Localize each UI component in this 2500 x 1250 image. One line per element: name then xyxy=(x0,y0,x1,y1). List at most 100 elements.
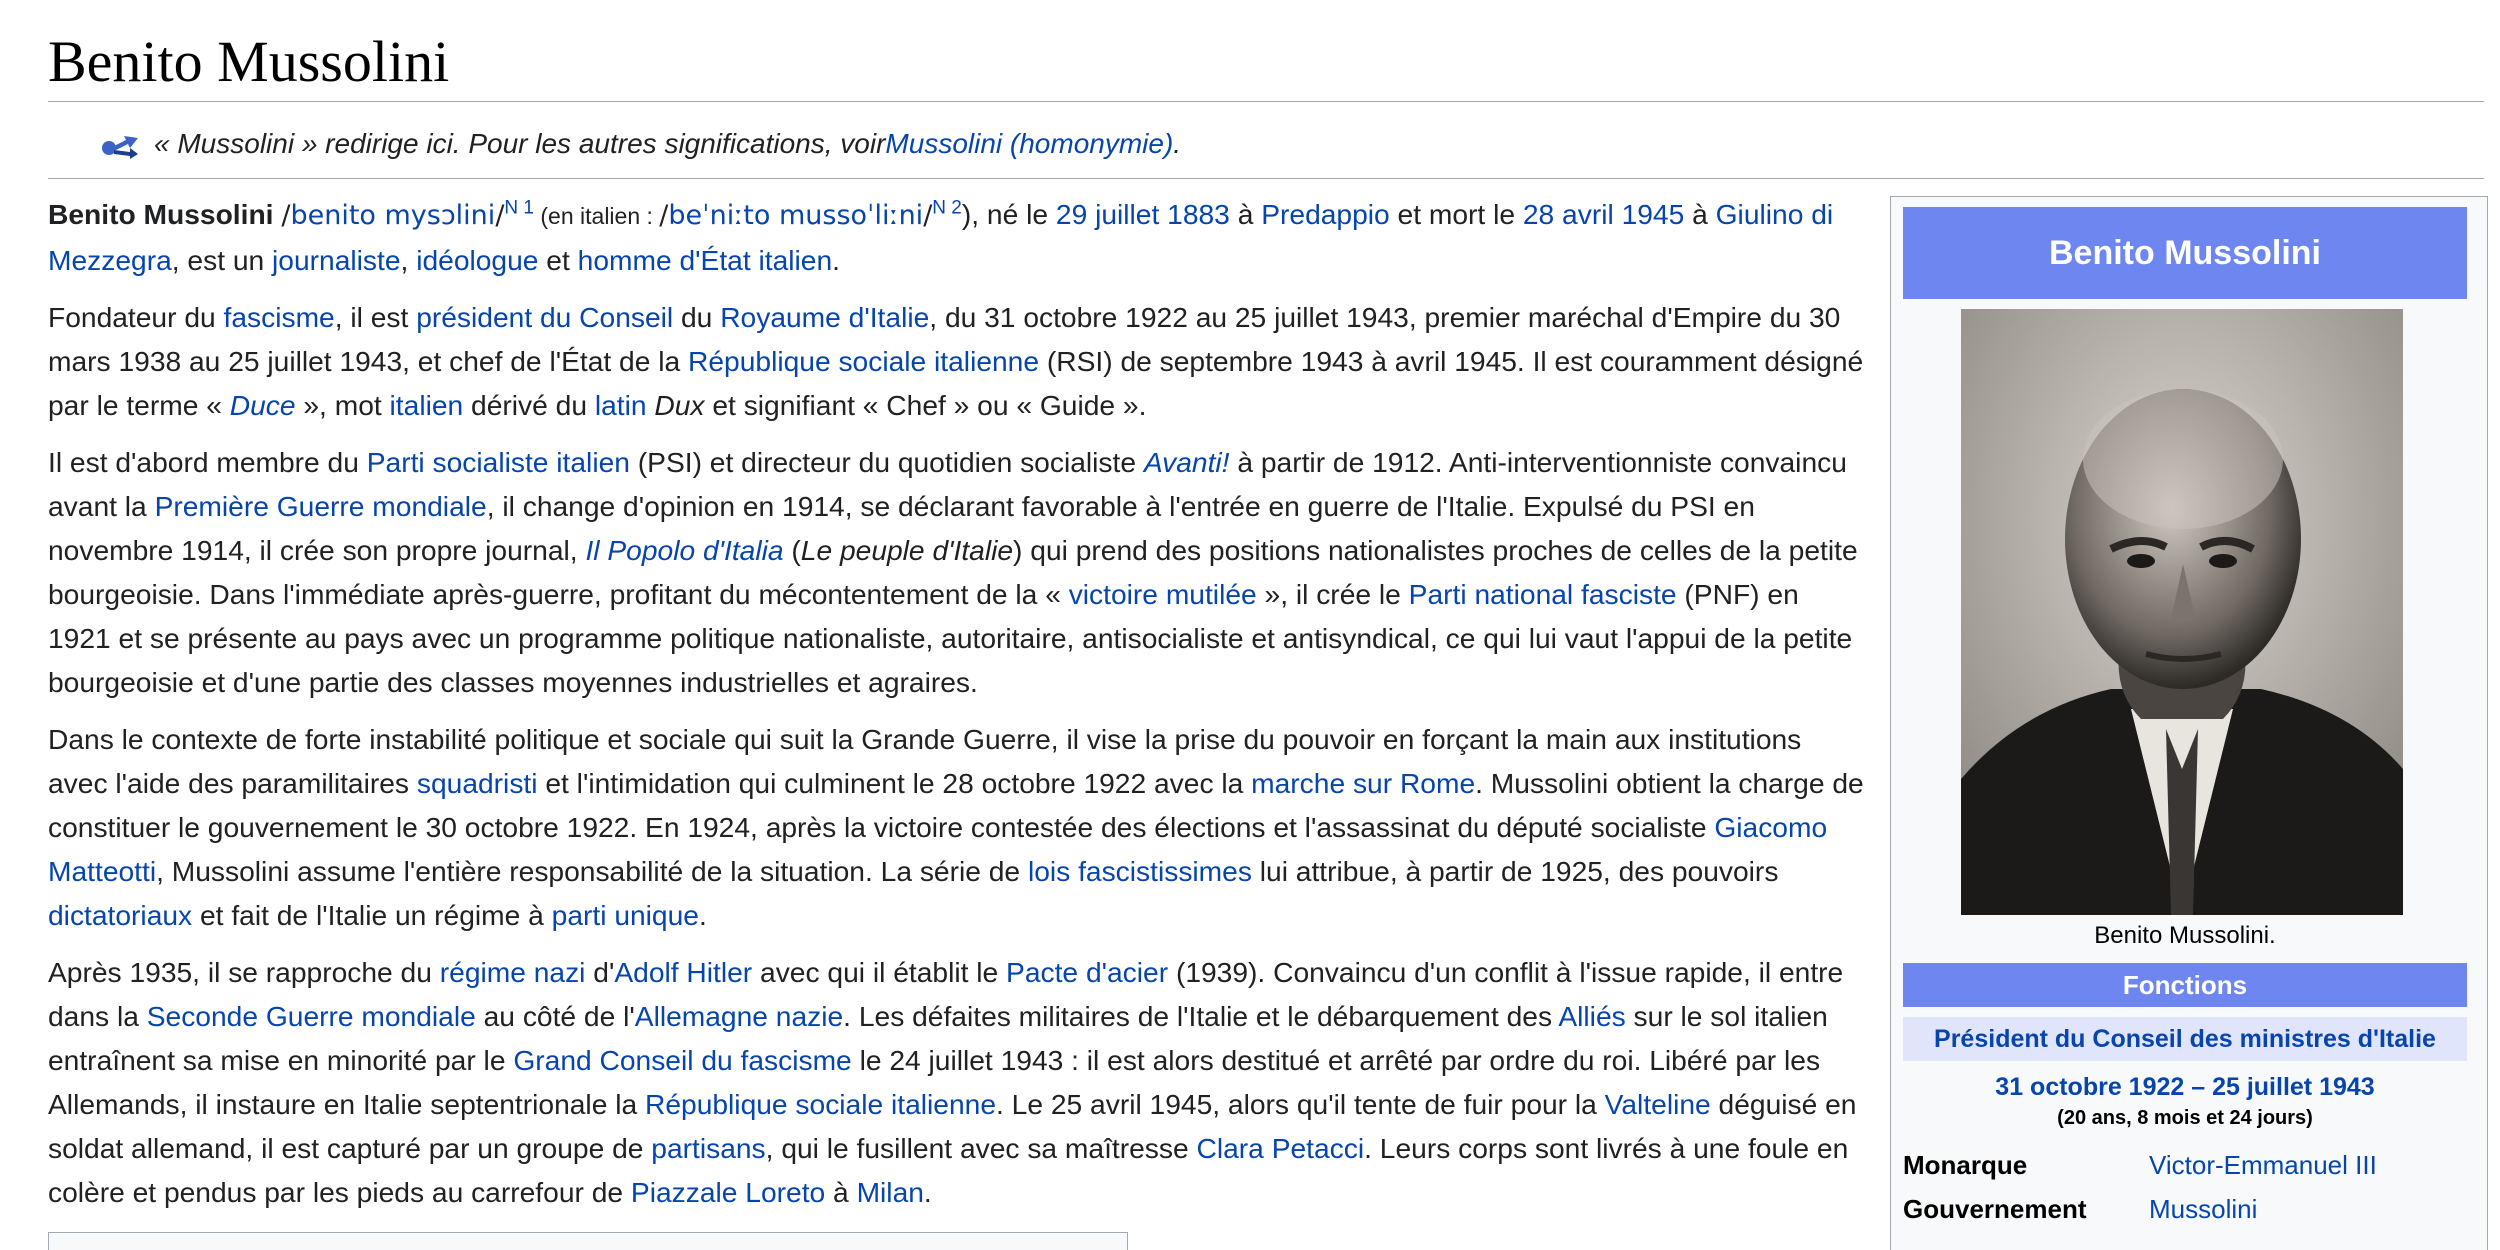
office-dates-link[interactable]: 31 octobre 1922 – 25 juillet 1943 xyxy=(1903,1069,2467,1105)
premiere-guerre-link[interactable]: Première Guerre mondiale xyxy=(155,490,487,522)
rsi-link-2[interactable]: République sociale italienne xyxy=(645,1088,996,1120)
dux-term: Dux xyxy=(654,389,705,421)
president-conseil-link[interactable]: président du Conseil xyxy=(416,301,673,333)
rsi-link[interactable]: République sociale italienne xyxy=(688,345,1039,377)
grand-conseil-link[interactable]: Grand Conseil du fascisme xyxy=(513,1044,851,1076)
article-body: Benito Mussolini /benito mysɔlini/N 1 (e… xyxy=(48,192,1868,1227)
row-key: Monarque xyxy=(1903,1150,2028,1180)
text: ), né le xyxy=(961,198,1056,230)
text: , Mussolini assume l'entière responsabil… xyxy=(156,855,1028,887)
partisans-link[interactable]: partisans xyxy=(651,1132,765,1164)
note-n1-link[interactable]: N 1 xyxy=(504,198,534,219)
office-duration: (20 ans, 8 mois et 24 jours) xyxy=(2057,1107,2313,1129)
subject-name: Benito Mussolini xyxy=(48,198,274,230)
text: . Les défaites militaires de l'Italie et… xyxy=(843,1000,1559,1032)
homme-etat-link[interactable]: homme d'État italien xyxy=(578,244,833,276)
infobox-row-gouvernement: Gouvernement Mussolini xyxy=(1903,1187,2467,1231)
psi-link[interactable]: Parti socialiste italien xyxy=(367,446,630,478)
text: et xyxy=(538,244,578,276)
text: à xyxy=(825,1176,857,1208)
marche-rome-link[interactable]: marche sur Rome xyxy=(1251,767,1475,799)
ipa-french-link[interactable]: benito mysɔlini xyxy=(290,200,495,231)
hitler-link[interactable]: Adolf Hitler xyxy=(614,956,752,988)
ipa-italian-link[interactable]: beˈniːto mussoˈliːni xyxy=(668,200,923,231)
milan-link[interactable]: Milan xyxy=(857,1176,924,1208)
allemagne-nazie-link[interactable]: Allemagne nazie xyxy=(635,1000,843,1032)
text: . Le 25 avril 1945, alors qu'il tente de… xyxy=(996,1088,1605,1120)
dictatoriaux-link[interactable]: dictatoriaux xyxy=(48,899,192,931)
text: et fait de l'Italie un régime à xyxy=(192,899,552,931)
note-n2-link[interactable]: N 2 xyxy=(932,198,962,219)
journaliste-link[interactable]: journaliste xyxy=(272,244,400,276)
pacte-acier-link[interactable]: Pacte d'acier xyxy=(1006,956,1168,988)
popolo-italia-link[interactable]: Il Popolo d'Italia xyxy=(585,534,783,566)
italian-label: (en italien : xyxy=(534,203,660,229)
hatnote: « Mussolini » redirige ici. Pour les aut… xyxy=(100,124,1181,164)
text: dérivé du xyxy=(463,389,595,421)
table-of-contents-box xyxy=(48,1232,1128,1250)
regime-nazi-link[interactable]: régime nazi xyxy=(440,956,586,988)
title-divider xyxy=(48,101,2484,102)
text: . xyxy=(923,1176,932,1208)
intro-paragraph: Benito Mussolini /benito mysɔlini/N 1 (e… xyxy=(48,192,1868,282)
text: . xyxy=(832,244,840,276)
italien-link[interactable]: italien xyxy=(390,389,464,421)
allies-link[interactable]: Alliés xyxy=(1558,1000,1625,1032)
text: ( xyxy=(783,534,801,566)
hatnote-divider xyxy=(48,178,2484,179)
text: avec qui il établit le xyxy=(752,956,1007,988)
hatnote-end: . xyxy=(1173,128,1182,159)
text: , est un xyxy=(171,244,273,276)
hatnote-text: « Mussolini » redirige ici. Pour les aut… xyxy=(154,128,886,159)
text: , xyxy=(400,244,417,276)
seconde-guerre-link[interactable]: Seconde Guerre mondiale xyxy=(147,1000,476,1032)
royaume-italie-link[interactable]: Royaume d'Italie xyxy=(720,301,929,333)
latin-link[interactable]: latin xyxy=(595,389,647,421)
clara-petacci-link[interactable]: Clara Petacci xyxy=(1197,1132,1365,1164)
paragraph-4: Dans le contexte de forte instabilité po… xyxy=(48,717,1868,937)
piazzale-loreto-link[interactable]: Piazzale Loreto xyxy=(631,1176,825,1208)
victoire-mutilee-link[interactable]: victoire mutilée xyxy=(1069,578,1257,610)
office-title-link[interactable]: Président du Conseil des ministres d'Ita… xyxy=(1903,1017,2467,1061)
peuple-italie-term: Le peuple d'Italie xyxy=(800,534,1014,566)
ipa-slash: / xyxy=(923,200,933,231)
text: et signifiant « Chef » ou « Guide ». xyxy=(704,389,1147,421)
text: lui attribue, à partir de 1925, des pouv… xyxy=(1251,855,1779,887)
ideologue-link[interactable]: idéologue xyxy=(416,244,538,276)
valteline-link[interactable]: Valteline xyxy=(1605,1088,1711,1120)
squadristi-link[interactable]: squadristi xyxy=(417,767,538,799)
row-value-link[interactable]: Victor-Emmanuel III xyxy=(2149,1143,2377,1187)
birth-date-link[interactable]: 29 juillet 1883 xyxy=(1056,198,1230,230)
text: , qui le fusillent avec sa maîtresse xyxy=(765,1132,1197,1164)
avanti-link[interactable]: Avanti! xyxy=(1144,446,1230,478)
infobox-row-monarque: Monarque Victor-Emmanuel III xyxy=(1903,1143,2467,1187)
death-date-link[interactable]: 28 avril 1945 xyxy=(1523,198,1684,230)
portrait-graphic xyxy=(1961,309,2403,915)
pnf-link[interactable]: Parti national fasciste xyxy=(1409,578,1677,610)
text: au côté de l' xyxy=(475,1000,635,1032)
text: . xyxy=(698,899,707,931)
infobox-title: Benito Mussolini xyxy=(1903,207,2467,299)
lois-fascistissimes-link[interactable]: lois fascistissimes xyxy=(1028,855,1252,887)
text: d' xyxy=(585,956,615,988)
text: Il est d'abord membre du xyxy=(48,446,367,478)
paragraph-3: Il est d'abord membre du Parti socialist… xyxy=(48,440,1868,704)
functions-header: Fonctions xyxy=(1903,963,2467,1007)
text: et mort le xyxy=(1389,198,1523,230)
text: à xyxy=(1229,198,1262,230)
disambiguation-icon xyxy=(100,128,142,160)
parti-unique-link[interactable]: parti unique xyxy=(552,899,699,931)
paragraph-2: Fondateur du fascisme, il est président … xyxy=(48,295,1868,427)
text: », il crée le xyxy=(1256,578,1409,610)
text: (PSI) et directeur du quotidien socialis… xyxy=(629,446,1144,478)
fascisme-link[interactable]: fascisme xyxy=(224,301,335,333)
text: , il est xyxy=(334,301,417,333)
birth-place-link[interactable]: Predappio xyxy=(1261,198,1390,230)
page-title: Benito Mussolini xyxy=(48,29,450,94)
row-key: Gouvernement xyxy=(1903,1194,2087,1224)
text: », mot xyxy=(295,389,390,421)
duce-link[interactable]: Duce xyxy=(230,389,296,421)
row-value-link[interactable]: Mussolini xyxy=(2149,1187,2257,1231)
portrait-image[interactable] xyxy=(1961,309,2403,915)
homonymie-link[interactable]: Mussolini (homonymie) xyxy=(885,124,1173,164)
